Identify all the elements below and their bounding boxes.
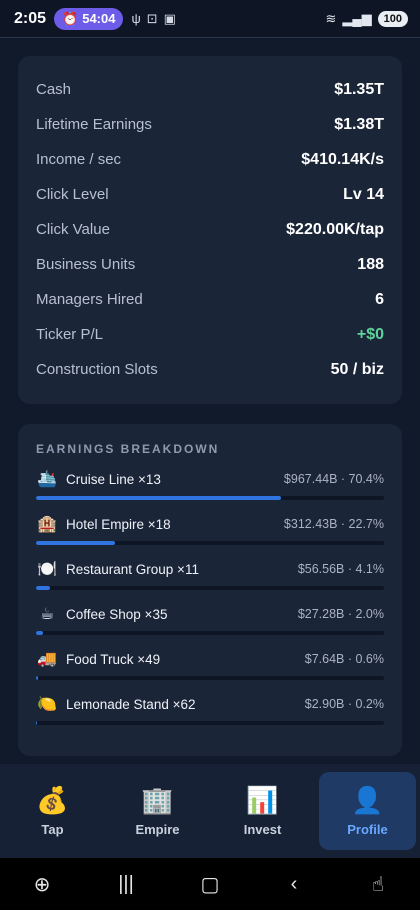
earnings-item-value: $7.64B · 0.6% [304, 652, 384, 666]
stat-value: Lv 14 [343, 185, 384, 203]
earnings-bar-fill [36, 631, 43, 635]
stat-row-click-level: Click Level Lv 14 [36, 177, 384, 212]
stat-value: $1.38T [334, 115, 384, 133]
earnings-item-name: Hotel Empire ×18 [66, 516, 171, 532]
earnings-bar-fill [36, 541, 115, 545]
earnings-bar-fill [36, 721, 37, 725]
tab-invest[interactable]: 📊 Invest [214, 772, 311, 850]
earnings-breakdown-title: EARNINGS BREAKDOWN [36, 442, 220, 456]
earnings-breakdown-card: EARNINGS BREAKDOWN 🛳️ Cruise Line ×13 $9… [18, 424, 402, 756]
earnings-item-name: Cruise Line ×13 [66, 471, 161, 487]
earnings-item-value: $27.28B · 2.0% [297, 607, 384, 621]
earnings-item-value: $312.43B · 22.7% [283, 517, 384, 531]
stat-label: Managers Hired [36, 291, 143, 308]
stat-row-ticker-pl: Ticker P/L +$0 [36, 317, 384, 352]
stat-label: Lifetime Earnings [36, 116, 152, 133]
earnings-item-name: Restaurant Group ×11 [66, 561, 199, 577]
stat-value: +$0 [356, 325, 384, 343]
earnings-item-cruise-line: 🛳️ Cruise Line ×13 $967.44B · 70.4% [36, 466, 384, 511]
stat-row-income-per-sec: Income / sec $410.14K/s [36, 142, 384, 177]
signal-icon: ▂▄▆ [342, 10, 372, 26]
system-nav-bar: ⊕ ||| ▢ ‹ ☝ [0, 858, 420, 910]
stat-row-cash: Cash $1.35T [36, 72, 384, 107]
status-time: 2:05 [14, 9, 47, 27]
stat-value: 6 [375, 290, 384, 308]
earnings-bar-track [36, 496, 384, 500]
lemon-icon: 🍋 [37, 696, 57, 713]
earnings-bar-track [36, 676, 384, 680]
stat-row-construction-slots: Construction Slots 50 / biz [36, 352, 384, 387]
usb-icon: ψ [131, 10, 141, 26]
stat-row-click-value: Click Value $220.00K/tap [36, 212, 384, 247]
alarm-clock-icon: ⏰ [62, 10, 79, 26]
stat-value: 50 / biz [330, 360, 384, 378]
earnings-item-food-truck: 🚚 Food Truck ×49 $7.64B · 0.6% [36, 646, 384, 691]
stat-label: Business Units [36, 256, 136, 273]
money-bag-icon: 💰 [36, 784, 69, 815]
touch-lock-icon[interactable]: ☝ [358, 872, 398, 897]
wifi-icon: ≋ [325, 10, 337, 26]
app-notification-icon: ▣ [163, 10, 176, 26]
earnings-item-value: $967.44B · 70.4% [283, 472, 384, 486]
earnings-bar-track [36, 631, 384, 635]
earnings-item-hotel-empire: 🏨 Hotel Empire ×18 $312.43B · 22.7% [36, 511, 384, 556]
earnings-item-coffee-shop: ☕ Coffee Shop ×35 $27.28B · 2.0% [36, 601, 384, 646]
tab-profile[interactable]: 👤 Profile [319, 772, 416, 850]
tab-empire[interactable]: 🏢 Empire [109, 772, 206, 850]
coffee-icon: ☕ [39, 606, 55, 623]
tab-label: Tap [41, 821, 64, 837]
battery-level: 100 [383, 12, 402, 25]
stat-label: Ticker P/L [36, 326, 103, 343]
earnings-bar-track [36, 586, 384, 590]
gamepad-icon[interactable]: ⊕ [22, 872, 62, 897]
stat-label: Click Level [36, 186, 109, 203]
cruise-ship-icon: 🛳️ [37, 471, 57, 488]
stat-label: Click Value [36, 221, 110, 238]
back-button[interactable]: ‹ [274, 873, 314, 896]
plate-cutlery-icon: 🍽️ [37, 561, 57, 578]
earnings-item-restaurant-group: 🍽️ Restaurant Group ×11 $56.56B · 4.1% [36, 556, 384, 601]
earnings-item-name: Food Truck ×49 [66, 651, 161, 667]
stat-label: Construction Slots [36, 361, 158, 378]
stat-row-lifetime-earnings: Lifetime Earnings $1.38T [36, 107, 384, 142]
earnings-item-name: Coffee Shop ×35 [66, 606, 168, 622]
person-silhouette-icon: 👤 [351, 784, 384, 815]
status-bar: 2:05 ⏰ 54:04 ψ ⊡ ▣ ≋ ▂▄▆ 100 [0, 0, 420, 38]
bottom-tab-bar: 💰 Tap 🏢 Empire 📊 Invest 👤 Profile [0, 764, 420, 858]
stat-value: 188 [357, 255, 384, 273]
earnings-bar-fill [36, 676, 39, 680]
earnings-bar-fill [36, 586, 51, 590]
tab-tap[interactable]: 💰 Tap [4, 772, 101, 850]
stats-card: Cash $1.35T Lifetime Earnings $1.38T Inc… [18, 56, 402, 404]
bar-chart-icon: 📊 [246, 784, 279, 815]
stat-label: Cash [36, 81, 72, 98]
earnings-item-lemonade-stand: 🍋 Lemonade Stand ×62 $2.90B · 0.2% [36, 691, 384, 736]
truck-icon: 🚚 [37, 651, 57, 668]
stat-row-business-units: Business Units 188 [36, 247, 384, 282]
earnings-bar-track [36, 721, 384, 725]
earnings-item-value: $56.56B · 4.1% [297, 562, 384, 576]
earnings-bar-track [36, 541, 384, 545]
timer-text: 54:04 [82, 11, 116, 26]
tab-label: Profile [347, 821, 388, 837]
battery-indicator: 100 [377, 10, 408, 27]
notification-icons: ψ ⊡ ▣ [131, 11, 175, 27]
tab-label: Invest [243, 821, 282, 837]
earnings-item-value: $2.90B · 0.2% [304, 697, 384, 711]
home-button[interactable]: ▢ [190, 872, 230, 897]
earnings-item-name: Lemonade Stand ×62 [66, 696, 196, 712]
earnings-bar-fill [36, 496, 281, 500]
office-building-icon: 🏢 [141, 784, 174, 815]
stat-row-managers-hired: Managers Hired 6 [36, 282, 384, 317]
tab-label: Empire [135, 821, 180, 837]
stat-value: $1.35T [334, 80, 384, 98]
timer-pill: ⏰ 54:04 [54, 7, 124, 30]
stat-label: Income / sec [36, 151, 122, 168]
recent-apps-button[interactable]: ||| [106, 873, 146, 896]
stat-value: $410.14K/s [301, 150, 384, 168]
stat-value: $220.00K/tap [286, 220, 384, 238]
status-right: ≋ ▂▄▆ 100 [325, 10, 408, 27]
screenshot-icon: ⊡ [146, 10, 158, 26]
hotel-icon: 🏨 [37, 516, 57, 533]
